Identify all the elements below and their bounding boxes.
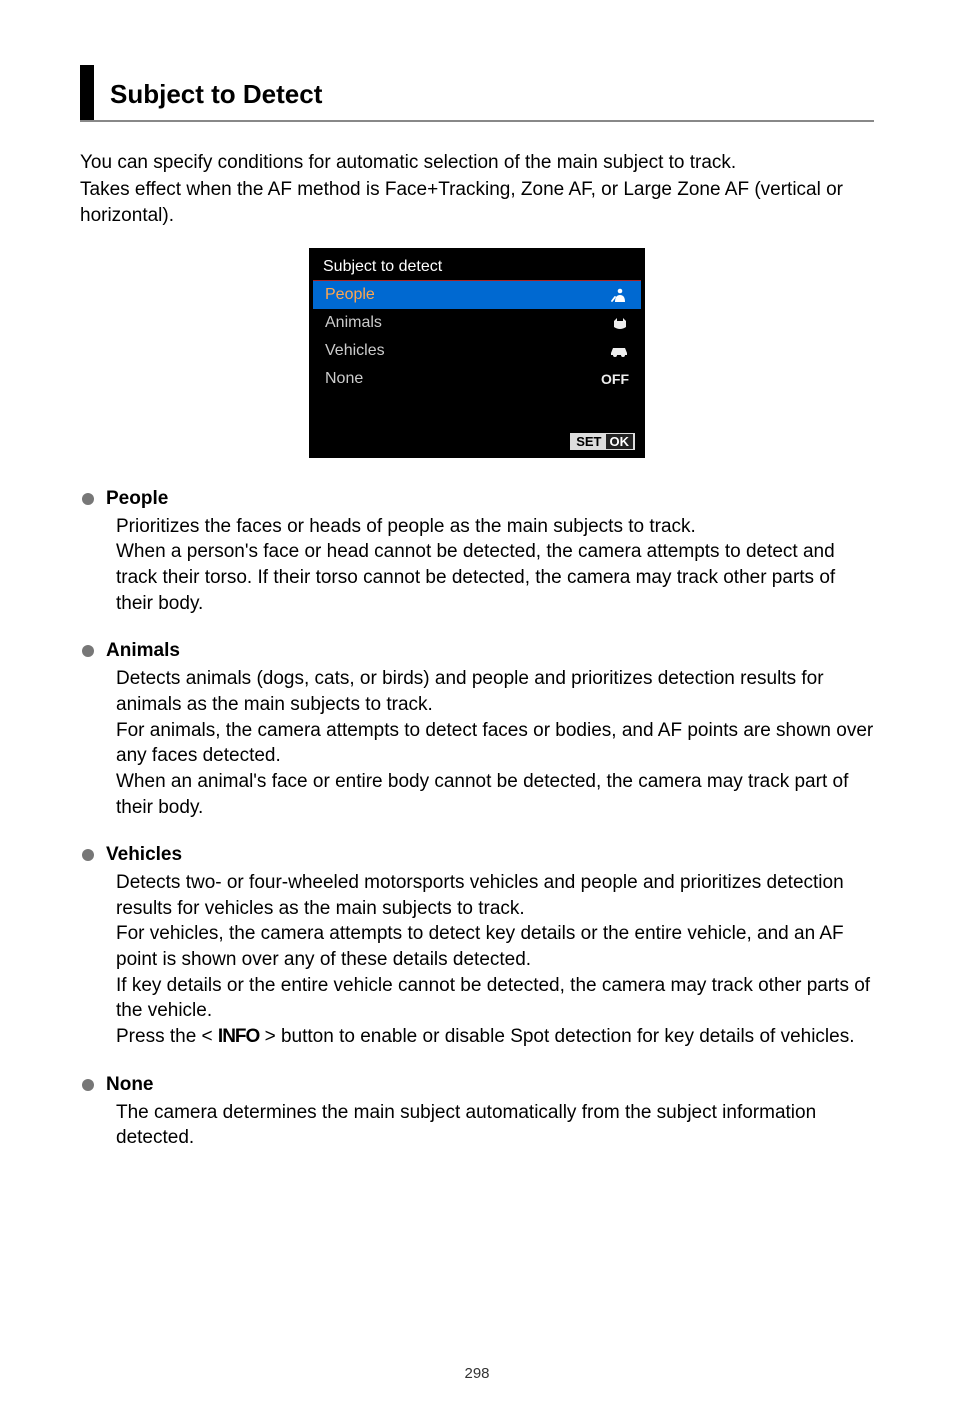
heading-title: Subject to Detect bbox=[94, 65, 338, 120]
person-icon bbox=[611, 287, 629, 303]
set-label: SET bbox=[576, 434, 601, 449]
body-post: > button to enable or disable Spot detec… bbox=[259, 1026, 854, 1047]
camera-menu-footer: SET OK bbox=[313, 429, 641, 454]
bullet-icon bbox=[82, 849, 94, 861]
page-heading: Subject to Detect bbox=[80, 65, 874, 122]
body-pre: Detects two- or four-wheeled motorsports… bbox=[116, 872, 870, 1047]
camera-menu-title: Subject to detect bbox=[313, 252, 641, 281]
menu-item-vehicles[interactable]: Vehicles bbox=[313, 337, 641, 365]
section-none: None The camera determines the main subj… bbox=[80, 1074, 874, 1151]
menu-item-people[interactable]: People bbox=[313, 281, 641, 309]
section-body: Prioritizes the faces or heads of people… bbox=[116, 514, 874, 617]
bullet-icon bbox=[82, 1079, 94, 1091]
page-number: 298 bbox=[0, 1365, 954, 1382]
camera-menu-list: People Animals Vehicle bbox=[313, 281, 641, 429]
camera-screenshot: Subject to detect People Animals bbox=[309, 248, 645, 458]
section-head: People bbox=[80, 488, 874, 510]
ok-label: OK bbox=[606, 434, 634, 449]
section-title: Animals bbox=[106, 640, 180, 662]
section-people: People Prioritizes the faces or heads of… bbox=[80, 488, 874, 617]
section-body: Detects animals (dogs, cats, or birds) a… bbox=[116, 666, 874, 820]
vehicle-icon bbox=[609, 344, 629, 358]
section-body: The camera determines the main subject a… bbox=[116, 1100, 874, 1151]
animal-icon bbox=[611, 315, 629, 331]
menu-item-label: Animals bbox=[325, 314, 382, 332]
menu-item-label: None bbox=[325, 370, 363, 388]
bullet-icon bbox=[82, 493, 94, 505]
section-title: People bbox=[106, 488, 168, 510]
menu-item-none[interactable]: None OFF bbox=[313, 365, 641, 393]
sections: People Prioritizes the faces or heads of… bbox=[80, 488, 874, 1151]
camera-screen: Subject to detect People Animals bbox=[309, 248, 645, 458]
set-ok-button[interactable]: SET OK bbox=[570, 433, 635, 450]
menu-spacer bbox=[313, 393, 641, 429]
section-title: None bbox=[106, 1074, 154, 1096]
heading-accent-bar bbox=[80, 65, 94, 120]
intro-text: You can specify conditions for automatic… bbox=[80, 150, 874, 230]
section-head: Animals bbox=[80, 640, 874, 662]
menu-item-label: People bbox=[325, 286, 375, 304]
off-label: OFF bbox=[601, 371, 629, 387]
menu-item-animals[interactable]: Animals bbox=[313, 309, 641, 337]
info-button-glyph: INFO bbox=[218, 1026, 259, 1047]
section-head: None bbox=[80, 1074, 874, 1096]
section-vehicles: Vehicles Detects two- or four-wheeled mo… bbox=[80, 844, 874, 1049]
section-title: Vehicles bbox=[106, 844, 182, 866]
section-head: Vehicles bbox=[80, 844, 874, 866]
menu-item-label: Vehicles bbox=[325, 342, 385, 360]
bullet-icon bbox=[82, 645, 94, 657]
section-body: Detects two- or four-wheeled motorsports… bbox=[116, 870, 874, 1049]
section-animals: Animals Detects animals (dogs, cats, or … bbox=[80, 640, 874, 820]
